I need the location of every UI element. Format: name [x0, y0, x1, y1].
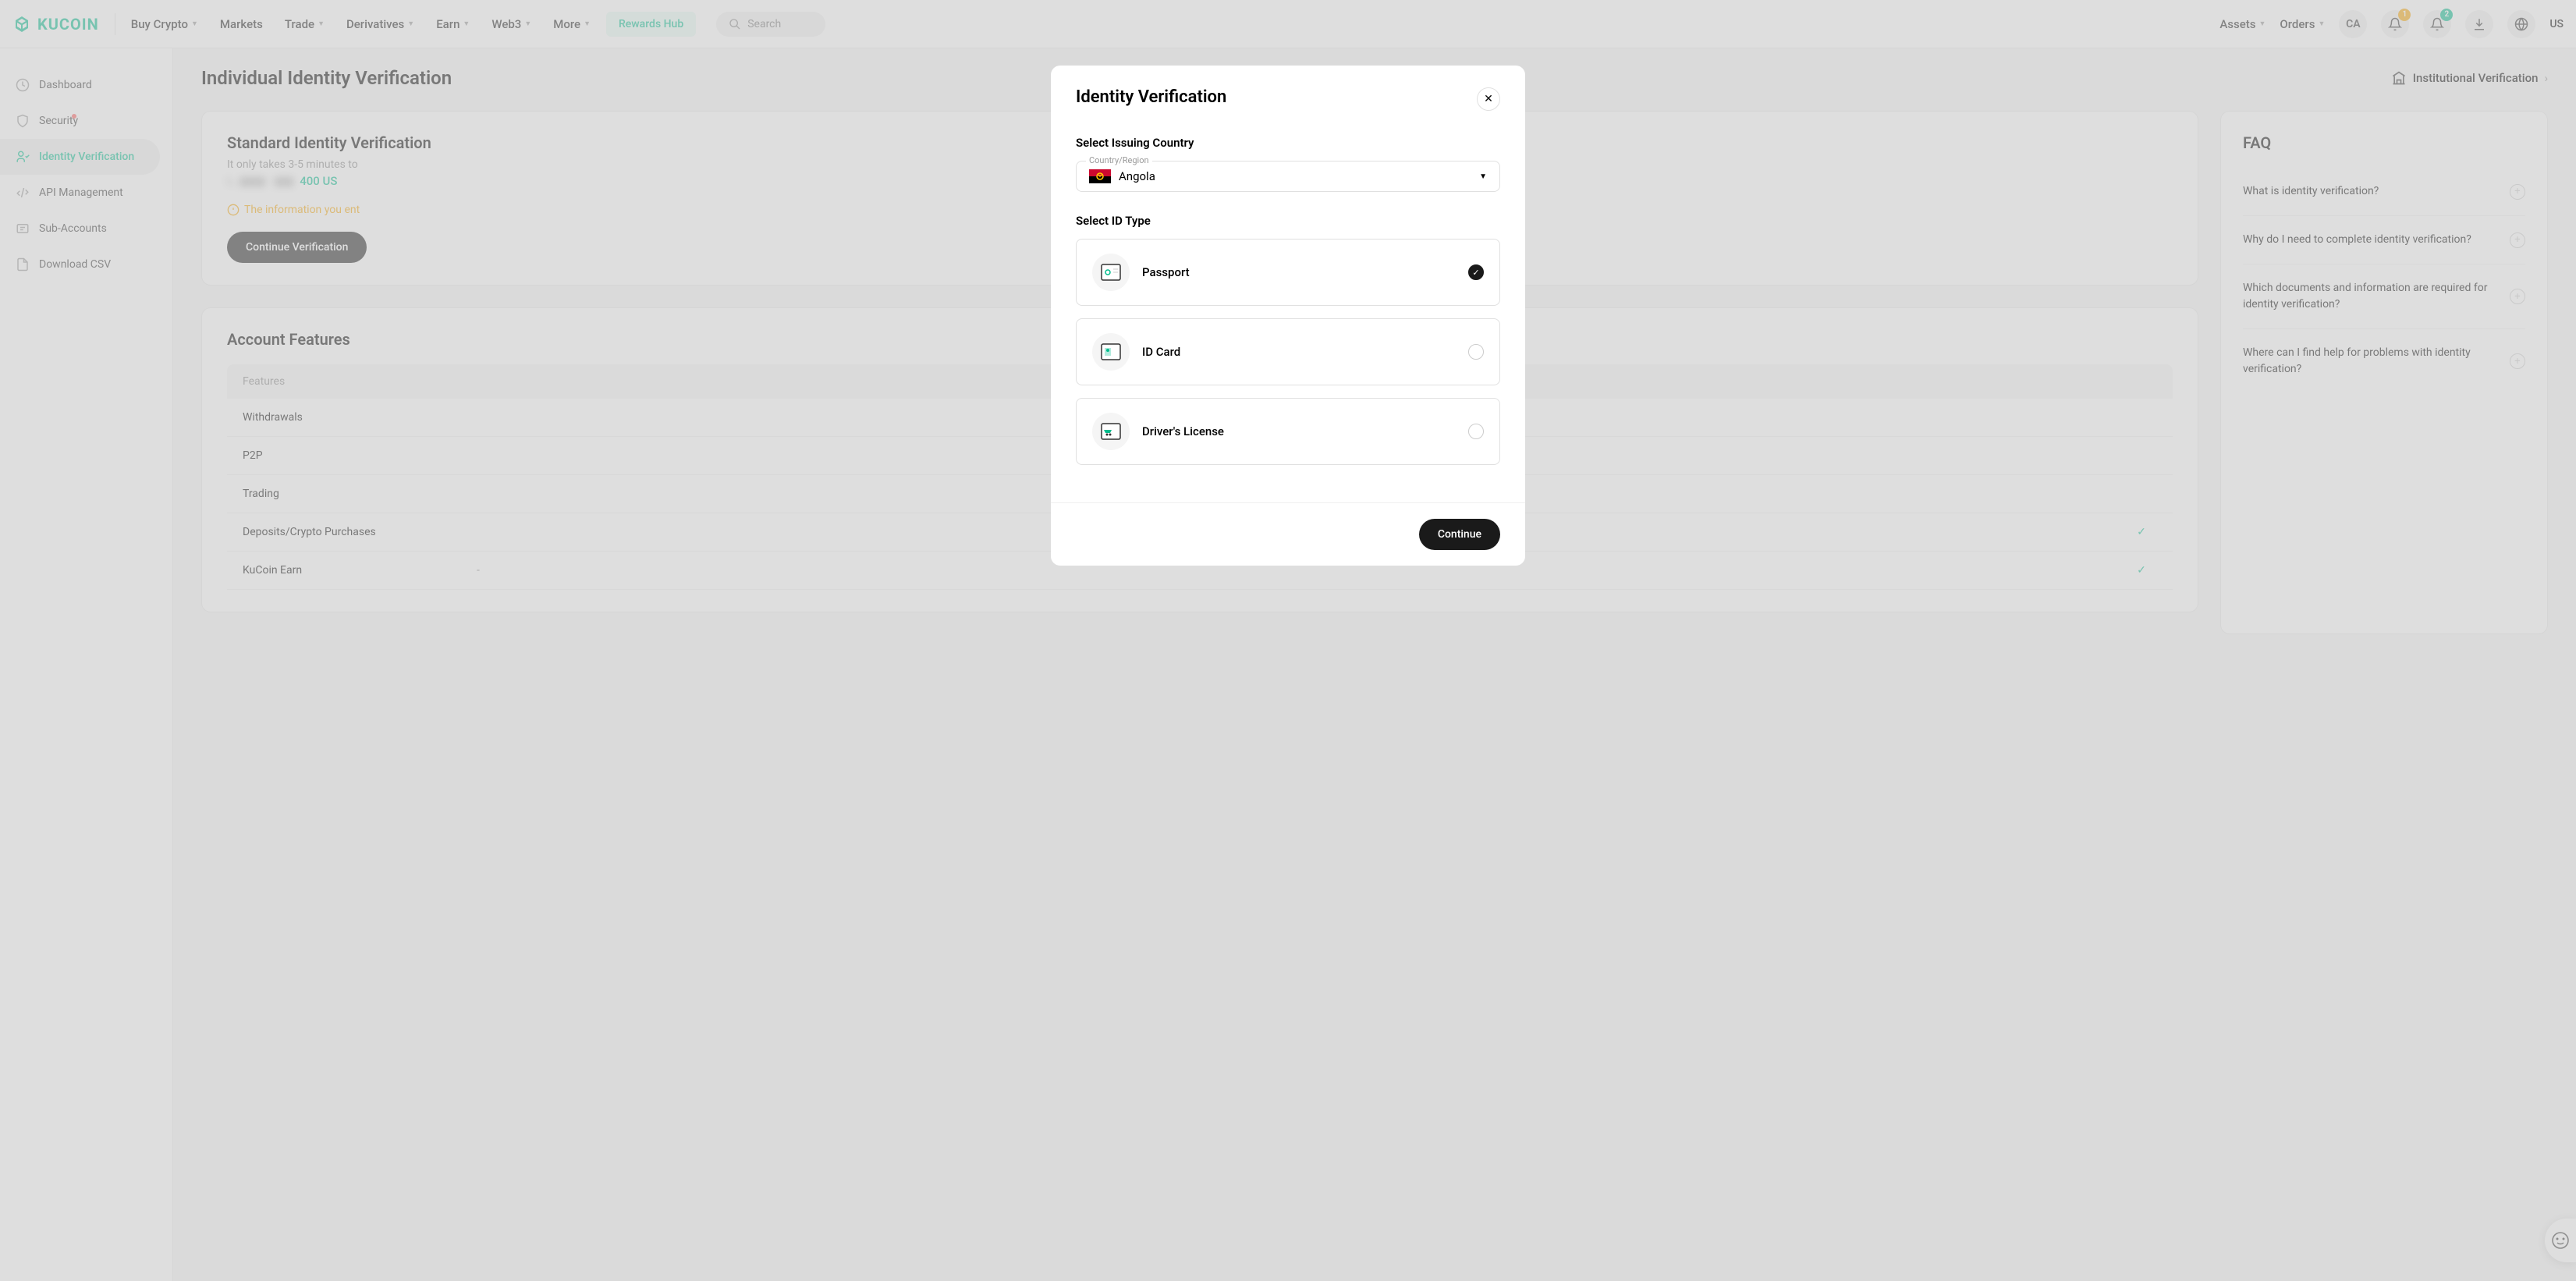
country-value: Angola	[1119, 169, 1471, 183]
radio-unchecked-icon	[1468, 344, 1484, 360]
id-section-label: Select ID Type	[1076, 214, 1500, 228]
modal-footer: Continue	[1051, 502, 1525, 566]
option-label: Passport	[1142, 265, 1456, 279]
country-select[interactable]: Country/Region Angola ▼	[1076, 161, 1500, 192]
modal-overlay: Identity Verification ✕ Select Issuing C…	[0, 0, 2576, 1281]
radio-unchecked-icon	[1468, 424, 1484, 439]
select-hint: Country/Region	[1086, 155, 1152, 165]
identity-modal: Identity Verification ✕ Select Issuing C…	[1051, 66, 1525, 566]
modal-header: Identity Verification ✕	[1051, 66, 1525, 123]
continue-button[interactable]: Continue	[1419, 519, 1500, 550]
id-option-passport[interactable]: Passport ✓	[1076, 239, 1500, 306]
icon-wrap	[1092, 333, 1130, 371]
radio-checked-icon: ✓	[1468, 264, 1484, 280]
id-option-drivers[interactable]: Driver's License	[1076, 398, 1500, 465]
id-option-idcard[interactable]: ID Card	[1076, 318, 1500, 385]
option-label: ID Card	[1142, 345, 1456, 359]
icon-wrap	[1092, 254, 1130, 291]
passport-icon	[1099, 263, 1123, 282]
caret-down-icon: ▼	[1479, 172, 1487, 181]
modal-body: Select Issuing Country Country/Region An…	[1051, 123, 1525, 502]
angola-flag-icon	[1089, 169, 1111, 183]
idcard-icon	[1099, 342, 1123, 361]
close-icon: ✕	[1484, 93, 1493, 105]
icon-wrap	[1092, 413, 1130, 450]
option-label: Driver's License	[1142, 424, 1456, 438]
drivers-license-icon	[1099, 422, 1123, 441]
country-section-label: Select Issuing Country	[1076, 136, 1500, 150]
close-button[interactable]: ✕	[1477, 87, 1500, 111]
modal-title: Identity Verification	[1076, 87, 1226, 107]
